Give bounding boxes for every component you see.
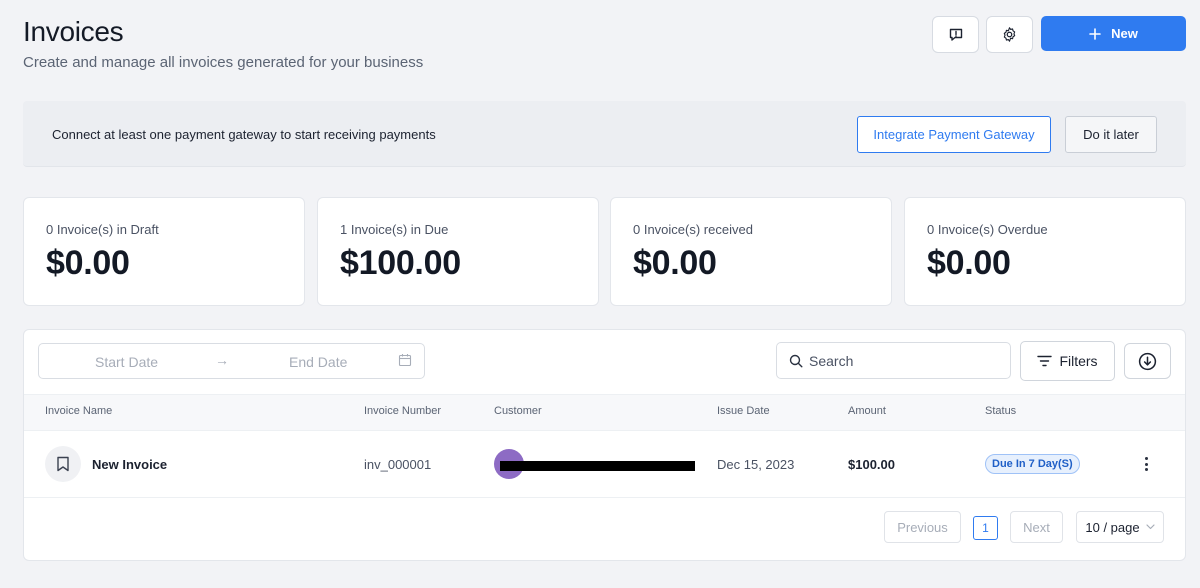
- stat-label: 0 Invoice(s) Overdue: [927, 222, 1048, 237]
- start-date-input[interactable]: Start Date: [95, 354, 158, 370]
- row-divider: [24, 497, 1185, 498]
- page-number-current[interactable]: 1: [973, 516, 998, 540]
- column-header-status[interactable]: Status: [985, 405, 1016, 417]
- status-badge: Due In 7 Day(S): [985, 454, 1080, 474]
- page-subtitle: Create and manage all invoices generated…: [23, 54, 424, 71]
- search-input[interactable]: [809, 352, 999, 369]
- stat-label: 0 Invoice(s) in Draft: [46, 222, 159, 237]
- filters-label: Filters: [1059, 353, 1098, 369]
- gear-icon: [1003, 27, 1016, 42]
- stat-value: $0.00: [46, 244, 130, 282]
- column-header-invoice-number[interactable]: Invoice Number: [364, 405, 441, 417]
- calendar-icon: [398, 354, 412, 367]
- filters-button[interactable]: Filters: [1020, 341, 1115, 381]
- bookmark-icon: [57, 456, 69, 472]
- stat-label: 1 Invoice(s) in Due: [340, 222, 449, 237]
- new-button-label: New: [1111, 26, 1138, 41]
- page-size-select[interactable]: 10 / page: [1076, 511, 1164, 543]
- stat-value: $0.00: [927, 244, 1011, 282]
- invoice-number: inv_000001: [364, 457, 432, 472]
- download-icon: [1138, 352, 1157, 370]
- column-header-amount[interactable]: Amount: [848, 405, 886, 417]
- column-header-invoice-name[interactable]: Invoice Name: [45, 405, 112, 417]
- stat-label: 0 Invoice(s) received: [633, 222, 753, 237]
- invoice-name-link[interactable]: New Invoice: [92, 457, 167, 472]
- page-size-value: 10 / page: [1085, 519, 1140, 535]
- next-page-button[interactable]: Next: [1010, 511, 1063, 543]
- end-date-input[interactable]: End Date: [289, 354, 347, 370]
- column-header-customer[interactable]: Customer: [494, 405, 542, 417]
- column-header-issue-date[interactable]: Issue Date: [717, 405, 770, 417]
- banner-message: Connect at least one payment gateway to …: [52, 127, 436, 142]
- filter-icon: [1037, 355, 1053, 367]
- settings-button[interactable]: [986, 16, 1033, 53]
- download-button[interactable]: [1124, 343, 1171, 379]
- stat-value: $100.00: [340, 244, 461, 282]
- row-more-menu-icon[interactable]: [1138, 455, 1154, 473]
- stat-value: $0.00: [633, 244, 717, 282]
- plus-icon: [1089, 27, 1101, 40]
- search-icon: [789, 354, 803, 368]
- invoice-amount: $100.00: [848, 457, 895, 472]
- page-title: Invoices: [23, 16, 124, 47]
- new-invoice-button[interactable]: New: [1041, 16, 1186, 51]
- stat-card-due: 1 Invoice(s) in Due $100.00: [317, 197, 599, 306]
- redacted-customer-name: [500, 461, 695, 471]
- previous-page-button[interactable]: Previous: [884, 511, 961, 543]
- search-box[interactable]: [776, 342, 1011, 379]
- do-it-later-button[interactable]: Do it later: [1065, 116, 1157, 153]
- issue-date: Dec 15, 2023: [717, 457, 795, 472]
- feedback-icon: [949, 28, 962, 41]
- arrow-right-icon: →: [215, 352, 229, 368]
- integrate-payment-gateway-button[interactable]: Integrate Payment Gateway: [857, 116, 1051, 153]
- invoice-icon: [45, 446, 81, 482]
- stat-card-overdue: 0 Invoice(s) Overdue $0.00: [904, 197, 1186, 306]
- chevron-down-icon: [1146, 524, 1155, 530]
- stat-card-draft: 0 Invoice(s) in Draft $0.00: [23, 197, 305, 306]
- stat-card-received: 0 Invoice(s) received $0.00: [610, 197, 892, 306]
- feedback-button[interactable]: [932, 16, 979, 53]
